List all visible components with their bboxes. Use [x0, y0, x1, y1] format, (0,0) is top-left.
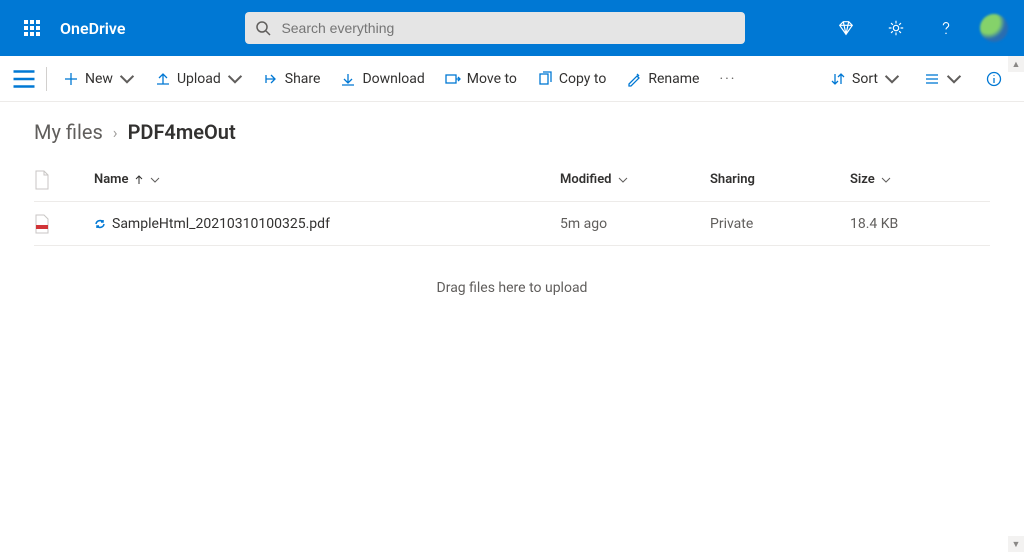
- column-header-sharing[interactable]: Sharing: [710, 172, 850, 187]
- scroll-up-button[interactable]: ▲: [1008, 56, 1024, 72]
- header-right: [830, 12, 1016, 44]
- copy-icon: [537, 71, 553, 87]
- file-name-cell[interactable]: SampleHtml_20210310100325.pdf: [94, 216, 560, 232]
- sort-button[interactable]: Sort: [820, 63, 910, 95]
- settings-button[interactable]: [880, 12, 912, 44]
- sort-label: Sort: [852, 71, 878, 87]
- document-icon: [34, 170, 50, 190]
- download-button[interactable]: Download: [330, 63, 434, 95]
- move-icon: [445, 71, 461, 87]
- sort-asc-icon: [134, 175, 144, 185]
- rename-button[interactable]: Rename: [616, 63, 709, 95]
- diamond-icon: [837, 19, 855, 37]
- command-bar: New Upload Share Download Move to Copy t…: [0, 56, 1024, 102]
- share-label: Share: [285, 71, 321, 87]
- copy-to-button[interactable]: Copy to: [527, 63, 616, 95]
- column-modified-label: Modified: [560, 172, 612, 187]
- new-button[interactable]: New: [53, 63, 145, 95]
- chevron-down-icon: [881, 175, 891, 185]
- chevron-down-icon: [946, 71, 962, 87]
- rename-label: Rename: [648, 71, 699, 87]
- hamburger-icon: [12, 67, 36, 91]
- nav-menu-toggle[interactable]: [12, 67, 36, 91]
- commandbar-right: Sort: [820, 63, 1012, 95]
- download-icon: [340, 71, 356, 87]
- waffle-icon: [24, 20, 40, 36]
- share-icon: [263, 71, 279, 87]
- column-header-modified[interactable]: Modified: [560, 172, 710, 187]
- upload-button[interactable]: Upload: [145, 63, 253, 95]
- download-label: Download: [362, 71, 424, 87]
- sort-icon: [830, 71, 846, 87]
- chevron-down-icon: [618, 175, 628, 185]
- file-type-icon: [34, 214, 94, 234]
- upload-icon: [155, 71, 171, 87]
- scrollbar[interactable]: ▲ ▼: [1008, 56, 1024, 552]
- app-header: OneDrive: [0, 0, 1024, 56]
- plus-icon: [63, 71, 79, 87]
- pdf-icon: [34, 214, 50, 234]
- chevron-right-icon: ›: [113, 123, 118, 142]
- table-row[interactable]: SampleHtml_20210310100325.pdf 5m ago Pri…: [34, 202, 990, 246]
- file-name-label: SampleHtml_20210310100325.pdf: [112, 216, 330, 232]
- view-list-icon: [924, 71, 940, 87]
- more-commands-button[interactable]: ···: [709, 71, 746, 87]
- app-launcher-button[interactable]: [8, 4, 56, 52]
- premium-button[interactable]: [830, 12, 862, 44]
- column-sharing-label: Sharing: [710, 172, 755, 187]
- chevron-down-icon: [119, 71, 135, 87]
- breadcrumb: My files › PDF4meOut: [0, 102, 1024, 158]
- column-name-label: Name: [94, 172, 128, 187]
- brand-onedrive[interactable]: OneDrive: [60, 19, 125, 38]
- column-size-label: Size: [850, 172, 875, 187]
- sync-icon: [94, 218, 106, 230]
- table-header: Name Modified Sharing Size: [34, 158, 990, 202]
- new-label: New: [85, 71, 113, 87]
- info-icon: [986, 71, 1002, 87]
- dropzone-hint: Drag files here to upload: [0, 246, 1024, 330]
- column-header-name[interactable]: Name: [94, 172, 560, 187]
- account-avatar[interactable]: [980, 14, 1008, 42]
- scroll-down-button[interactable]: ▼: [1008, 536, 1024, 552]
- rename-icon: [626, 71, 642, 87]
- chevron-down-icon: [150, 175, 160, 185]
- search-input[interactable]: [281, 20, 735, 36]
- search-box[interactable]: [245, 12, 745, 44]
- breadcrumb-root[interactable]: My files: [34, 120, 103, 144]
- chevron-down-icon: [884, 71, 900, 87]
- help-button[interactable]: [930, 12, 962, 44]
- file-modified-cell: 5m ago: [560, 216, 710, 232]
- copy-label: Copy to: [559, 71, 606, 87]
- search-icon: [255, 20, 271, 36]
- move-label: Move to: [467, 71, 517, 87]
- upload-label: Upload: [177, 71, 221, 87]
- column-header-size[interactable]: Size: [850, 172, 990, 187]
- gear-icon: [887, 19, 905, 37]
- view-options-button[interactable]: [914, 63, 972, 95]
- file-sharing-cell: Private: [710, 216, 850, 232]
- breadcrumb-current: PDF4meOut: [128, 120, 236, 144]
- separator: [46, 67, 47, 91]
- chevron-down-icon: [227, 71, 243, 87]
- files-table: Name Modified Sharing Size: [34, 158, 990, 246]
- move-to-button[interactable]: Move to: [435, 63, 527, 95]
- share-button[interactable]: Share: [253, 63, 331, 95]
- column-header-doc-icon[interactable]: [34, 170, 94, 190]
- help-icon: [937, 19, 955, 37]
- file-size-cell: 18.4 KB: [850, 216, 990, 232]
- info-button[interactable]: [976, 63, 1012, 95]
